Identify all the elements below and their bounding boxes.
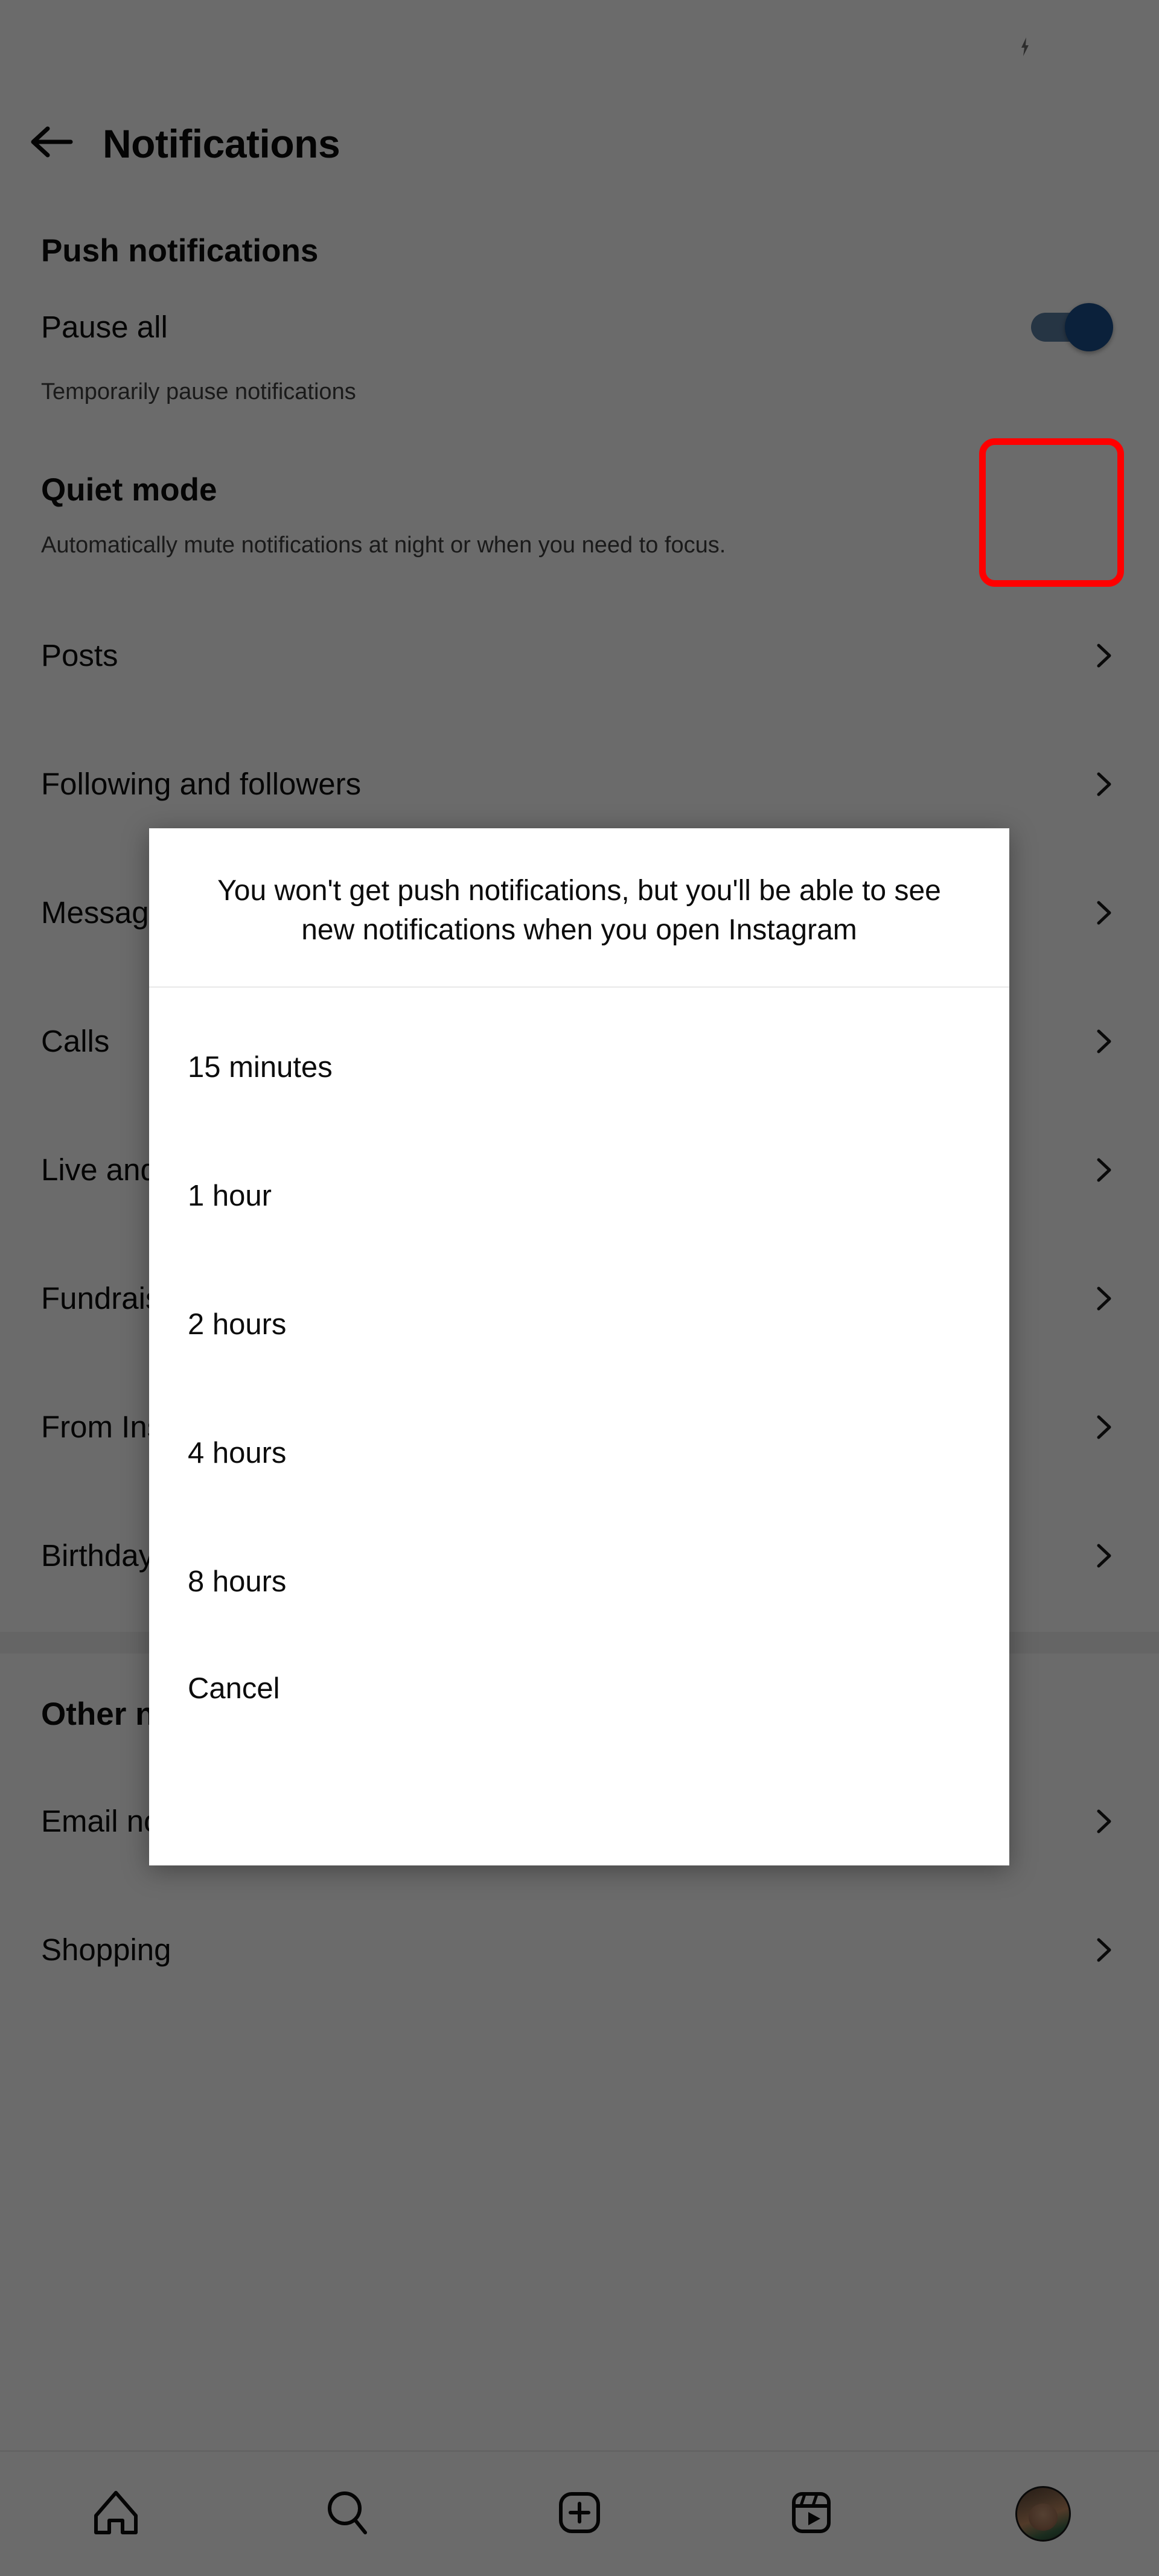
page-title: Notifications — [103, 121, 340, 167]
chevron-right-icon — [1090, 770, 1118, 798]
category-label: Following and followers — [41, 766, 361, 802]
battery-charging-icon — [1015, 29, 1035, 62]
search-icon — [322, 2487, 374, 2542]
nav-reels-button[interactable] — [769, 2472, 854, 2556]
dialog-cancel-button[interactable]: Cancel — [149, 1646, 1009, 1731]
status-bar-clock: 5:44 — [28, 26, 94, 65]
status-bar-right: 100% — [881, 26, 1131, 65]
highlight-box-pause-all-toggle — [979, 438, 1124, 587]
chevron-right-icon — [1090, 1413, 1118, 1441]
row-shopping[interactable]: Shopping — [0, 1885, 1159, 2014]
chevron-right-icon — [1090, 1936, 1118, 1964]
dialog-option-15-minutes[interactable]: 15 minutes — [149, 1003, 1009, 1132]
nav-home-button[interactable] — [74, 2472, 158, 2556]
reels-icon — [785, 2487, 837, 2542]
profile-avatar-icon — [1015, 2486, 1071, 2542]
chevron-right-icon — [1090, 642, 1118, 670]
dialog-option-2-hours[interactable]: 2 hours — [149, 1261, 1009, 1389]
dialog-option-8-hours[interactable]: 8 hours — [149, 1518, 1009, 1646]
chevron-right-icon — [1090, 1028, 1118, 1055]
pause-all-subtitle: Temporarily pause notifications — [0, 379, 1159, 405]
row-pause-all[interactable]: Pause all — [0, 269, 1159, 384]
chevron-right-icon — [1090, 1285, 1118, 1312]
back-arrow-icon — [30, 125, 73, 162]
home-icon — [90, 2487, 142, 2542]
toggle-thumb — [1065, 303, 1113, 351]
other-type-label: Shopping — [41, 1932, 171, 1967]
app-header: Notifications — [0, 91, 1159, 196]
chevron-right-icon — [1090, 899, 1118, 927]
wifi-icon — [925, 32, 959, 59]
battery-percent-label: 100% — [1047, 26, 1131, 65]
nav-profile-button[interactable] — [1001, 2472, 1085, 2556]
dialog-option-4-hours[interactable]: 4 hours — [149, 1389, 1009, 1518]
category-label: Posts — [41, 638, 118, 673]
back-button[interactable] — [0, 125, 103, 162]
dialog-option-1-hour[interactable]: 1 hour — [149, 1132, 1009, 1261]
phone-screen: 5:44 — [0, 0, 1159, 2576]
section-title-push-notifications: Push notifications — [0, 196, 1159, 269]
vpn-key-icon — [881, 33, 913, 57]
nav-search-button[interactable] — [305, 2472, 390, 2556]
pause-all-duration-dialog[interactable]: You won't get push notifications, but yo… — [149, 828, 1009, 1865]
nav-create-button[interactable] — [537, 2472, 622, 2556]
bottom-navigation-bar — [0, 2450, 1159, 2576]
category-label: Calls — [41, 1023, 109, 1059]
dialog-message: You won't get push notifications, but yo… — [149, 828, 1009, 986]
chevron-right-icon — [1090, 1156, 1118, 1184]
status-bar-left: 5:44 — [28, 26, 138, 65]
row-category-posts[interactable]: Posts — [0, 591, 1159, 720]
cellular-signal-icon — [971, 32, 1003, 59]
pause-all-label: Pause all — [41, 309, 168, 345]
create-post-icon — [554, 2487, 605, 2542]
pause-all-toggle[interactable] — [1027, 299, 1118, 354]
status-bar: 5:44 — [0, 0, 1159, 91]
chevron-right-icon — [1090, 1807, 1118, 1835]
chevron-right-icon — [1090, 1542, 1118, 1570]
usb-debug-icon — [107, 35, 138, 56]
dialog-option-list: 15 minutes 1 hour 2 hours 4 hours 8 hour… — [149, 988, 1009, 1731]
